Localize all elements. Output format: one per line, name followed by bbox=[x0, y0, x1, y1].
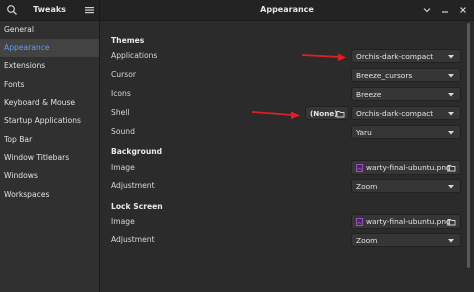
folder-icon bbox=[447, 164, 456, 172]
chevron-down-icon bbox=[447, 183, 455, 190]
cursor-label: Cursor bbox=[111, 70, 136, 79]
lock-screen-image-value: warty-final-ubuntu.png bbox=[366, 217, 451, 226]
chevron-down-icon[interactable] bbox=[421, 4, 433, 16]
background-adjustment-label: Adjustment bbox=[111, 181, 155, 190]
background-heading: Background bbox=[111, 147, 163, 156]
chevron-down-icon bbox=[447, 237, 455, 244]
sidebar-item-workspaces[interactable]: Workspaces bbox=[0, 186, 99, 204]
icons-dropdown[interactable]: Breeze bbox=[351, 87, 461, 101]
chevron-down-icon bbox=[447, 72, 455, 79]
sidebar-item-keyboard-mouse[interactable]: Keyboard & Mouse bbox=[0, 94, 99, 112]
lock-screen-image-button[interactable]: warty-final-ubuntu.png bbox=[351, 214, 461, 229]
cursor-value: Breeze_cursors bbox=[356, 71, 413, 80]
shell-dropdown[interactable]: Orchis-dark-compact bbox=[351, 106, 461, 120]
sidebar-item-extensions[interactable]: Extensions bbox=[0, 57, 99, 75]
lock-screen-heading: Lock Screen bbox=[111, 202, 163, 211]
sidebar: General Appearance Extensions Fonts Keyb… bbox=[0, 21, 100, 292]
sound-label: Sound bbox=[111, 127, 135, 136]
hamburger-menu-icon[interactable] bbox=[84, 4, 95, 16]
sound-value: Yaru bbox=[356, 128, 372, 137]
image-file-icon bbox=[356, 218, 363, 226]
chevron-down-icon bbox=[447, 110, 455, 117]
background-adjustment-dropdown[interactable]: Zoom bbox=[351, 179, 461, 193]
shell-label: Shell bbox=[111, 108, 130, 117]
lock-screen-adjustment-value: Zoom bbox=[356, 236, 378, 245]
background-image-value: warty-final-ubuntu.png bbox=[366, 163, 451, 172]
chevron-down-icon bbox=[447, 91, 455, 98]
chevron-down-icon bbox=[447, 53, 455, 60]
sidebar-item-general[interactable]: General bbox=[0, 21, 99, 39]
page-title: Appearance bbox=[260, 5, 314, 14]
themes-heading: Themes bbox=[111, 36, 145, 45]
sidebar-item-top-bar[interactable]: Top Bar bbox=[0, 131, 99, 149]
tweaks-window: Tweaks Appearance General Appearance Ext… bbox=[0, 0, 474, 292]
sidebar-item-windows[interactable]: Windows bbox=[0, 167, 99, 185]
background-image-label: Image bbox=[111, 163, 135, 172]
background-image-button[interactable]: warty-final-ubuntu.png bbox=[351, 160, 461, 175]
icons-label: Icons bbox=[111, 89, 131, 98]
sidebar-item-window-titlebars[interactable]: Window Titlebars bbox=[0, 149, 99, 167]
lock-screen-adjustment-label: Adjustment bbox=[111, 235, 155, 244]
lock-screen-adjustment-dropdown[interactable]: Zoom bbox=[351, 233, 461, 247]
folder-icon bbox=[447, 218, 456, 226]
sidebar-header: Tweaks bbox=[0, 0, 100, 20]
background-adjustment-value: Zoom bbox=[356, 182, 378, 191]
chevron-down-icon bbox=[447, 129, 455, 136]
close-icon[interactable] bbox=[457, 4, 469, 16]
shell-file-button[interactable]: (None) bbox=[305, 106, 349, 120]
icons-value: Breeze bbox=[356, 90, 382, 99]
appearance-panel: Themes Applications Orchis-dark-compact … bbox=[100, 21, 474, 292]
image-file-icon bbox=[356, 164, 363, 172]
minimize-icon[interactable] bbox=[439, 4, 451, 16]
lock-screen-image-label: Image bbox=[111, 217, 135, 226]
sound-dropdown[interactable]: Yaru bbox=[351, 125, 461, 139]
shell-value: Orchis-dark-compact bbox=[356, 109, 434, 118]
sidebar-item-fonts[interactable]: Fonts bbox=[0, 76, 99, 94]
sidebar-item-startup-applications[interactable]: Startup Applications bbox=[0, 112, 99, 130]
scrollbar[interactable] bbox=[467, 23, 470, 268]
applications-dropdown[interactable]: Orchis-dark-compact bbox=[351, 49, 461, 63]
sidebar-item-appearance[interactable]: Appearance bbox=[0, 39, 99, 57]
applications-value: Orchis-dark-compact bbox=[356, 52, 434, 61]
header-bar: Tweaks Appearance bbox=[0, 0, 474, 21]
folder-icon bbox=[336, 110, 345, 118]
shell-file-value: (None) bbox=[310, 109, 338, 118]
cursor-dropdown[interactable]: Breeze_cursors bbox=[351, 68, 461, 82]
applications-label: Applications bbox=[111, 51, 158, 60]
